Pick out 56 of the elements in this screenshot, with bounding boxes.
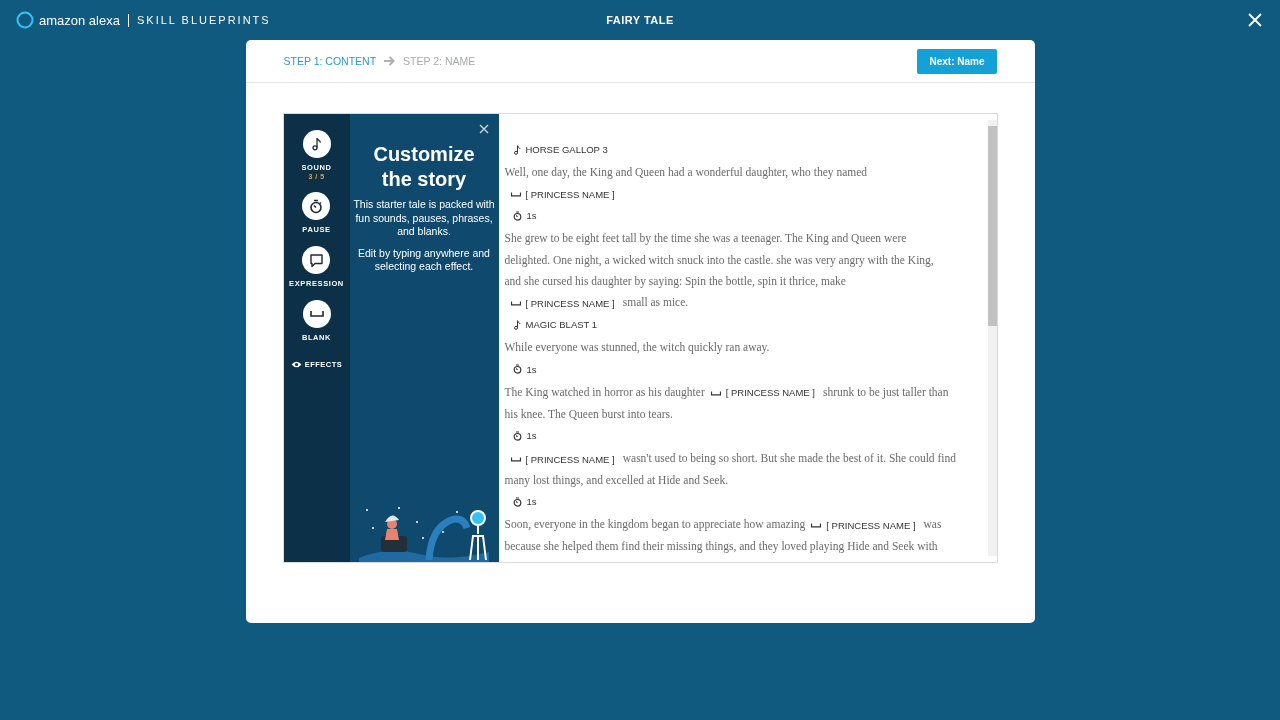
story-text: Soon, everyone in the kingdom began to appreciate how amazing [504, 518, 806, 531]
sound-tool-button[interactable] [302, 130, 331, 158]
story-text: and she cursed his daughter by saying: Spin the bottle, spin it thrice, make [504, 274, 846, 287]
blank-space-icon [811, 523, 822, 529]
story-text: delighted. One night, a wicked witch snuck into the castle. she was very angry with the King, [504, 253, 934, 266]
blank-space-icon [510, 192, 521, 198]
blank-effect-tag[interactable]: [ PRINCESS NAME ] [504, 448, 621, 471]
story-text: Well, one day, the King and Queen had a wonderful daughter, who they named [504, 165, 868, 178]
sound-effect-tag[interactable]: MAGIC BLAST 1 [504, 314, 604, 336]
stopwatch-icon [512, 497, 522, 508]
story-text: The King watched in horror as his daughter [504, 385, 705, 398]
blank-space-icon [309, 311, 324, 317]
blank-space-icon [510, 456, 521, 462]
stopwatch-icon [512, 211, 522, 222]
music-note-icon [512, 320, 521, 330]
expression-tool-button[interactable] [302, 246, 331, 274]
blank-space-icon [710, 390, 721, 396]
product-name: SKILL BLUEPRINTS [136, 14, 271, 26]
intro-text: This starter tale is packed with fun sounds, pauses, phrases, and blanks. [353, 198, 495, 239]
blank-space-icon [510, 301, 521, 307]
blank-effect-tag[interactable]: [ PRINCESS NAME ] [504, 293, 621, 315]
story-text: wasn't used to being so short. But she made the best of it. She could find [622, 451, 956, 464]
stopwatch-icon [512, 364, 522, 375]
story-text: small as mice. [622, 296, 689, 309]
story-text: While everyone was stunned, the witch quickly ran away. [504, 341, 770, 354]
music-note-icon [310, 137, 323, 151]
eye-icon [290, 361, 302, 368]
sound-effect-tag[interactable]: HORSE GALLOP 3 [504, 139, 614, 161]
scrollbar[interactable] [987, 120, 997, 556]
story-text: shrunk to be just taller than [822, 385, 949, 398]
intro-text: Edit by typing anywhere and selecting each effect. [357, 246, 491, 274]
close-button[interactable] [478, 124, 489, 134]
blank-effect-tag[interactable]: [ PRINCESS NAME ] [805, 515, 922, 537]
story-text: many lost things, and excelled at Hide and Seek. [504, 474, 729, 487]
pause-effect-tag[interactable]: 1s [504, 425, 543, 447]
story-text: She grew to be eight feet tall by the time she was a teenager. The King and Queen were [504, 232, 907, 245]
story-text: his knee. The Queen burst into tears. [504, 407, 673, 420]
pause-effect-tag[interactable]: 1s [504, 205, 543, 227]
ring-logo-icon [16, 11, 34, 29]
story-text: because she helped them find their missing things, and they loved playing Hide and Seek with [504, 540, 938, 553]
story-text: was [923, 518, 942, 531]
page-title: FAIRY TALE [606, 14, 674, 26]
speech-bubble-icon [309, 252, 324, 268]
brand-name: amazon alexa [39, 12, 120, 28]
pause-effect-tag[interactable]: 1s [504, 358, 543, 380]
intro-title: Customize the story [372, 142, 476, 192]
stopwatch-icon [309, 198, 324, 214]
music-note-icon [512, 144, 521, 155]
close-button[interactable] [1246, 11, 1264, 29]
blank-tool-button[interactable] [302, 300, 331, 328]
blank-effect-tag[interactable]: [ PRINCESS NAME ] [704, 382, 821, 404]
pause-tool-button[interactable] [302, 192, 331, 220]
stopwatch-icon [512, 430, 522, 441]
pause-effect-tag[interactable]: 1s [504, 491, 543, 513]
arrow-icon [384, 56, 396, 66]
blank-effect-tag[interactable]: [ PRINCESS NAME ] [504, 184, 621, 206]
